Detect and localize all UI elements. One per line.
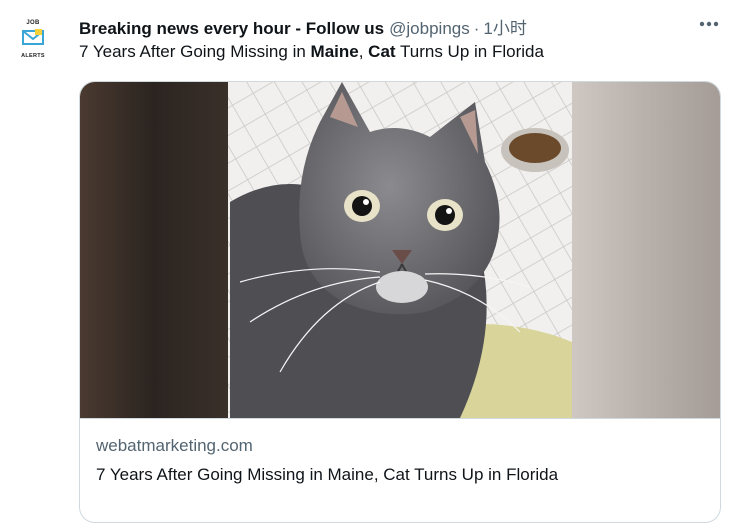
tweet-text-part: , <box>358 42 369 61</box>
more-options-button[interactable] <box>695 12 723 36</box>
avatar-text-alerts: ALERTS <box>21 53 45 59</box>
card-image[interactable] <box>80 82 720 418</box>
tweet-text-bold-maine: Maine <box>310 42 359 61</box>
tweet-text: 7 Years After Going Missing in Maine, Ca… <box>79 42 544 62</box>
card-meta: webatmarketing.com 7 Years After Going M… <box>80 418 720 522</box>
more-horizontal-icon <box>699 21 719 27</box>
card-domain: webatmarketing.com <box>96 436 253 455</box>
tweet[interactable]: JOB ALERTS Breaking news every hour - Fo… <box>0 0 741 523</box>
avatar[interactable]: JOB ALERTS <box>12 12 54 66</box>
timestamp[interactable]: 1小时 <box>483 14 526 39</box>
mail-icon <box>22 29 44 50</box>
link-card[interactable]: webatmarketing.com 7 Years After Going M… <box>79 81 721 523</box>
avatar-text-job: JOB <box>26 20 40 26</box>
display-name[interactable]: Breaking news every hour - Follow us <box>79 19 384 39</box>
tweet-text-part: 7 Years After Going Missing in <box>79 42 311 61</box>
user-handle[interactable]: @jobpings <box>389 19 470 39</box>
separator-dot: · <box>473 19 480 38</box>
card-title[interactable]: 7 Years After Going Missing in Maine, Ca… <box>96 465 558 485</box>
tweet-text-part: Turns Up in Florida <box>395 42 544 61</box>
tweet-text-bold-cat: Cat <box>368 42 396 61</box>
cat-photo <box>80 82 720 418</box>
tweet-header: Breaking news every hour - Follow us @jo… <box>79 14 527 38</box>
